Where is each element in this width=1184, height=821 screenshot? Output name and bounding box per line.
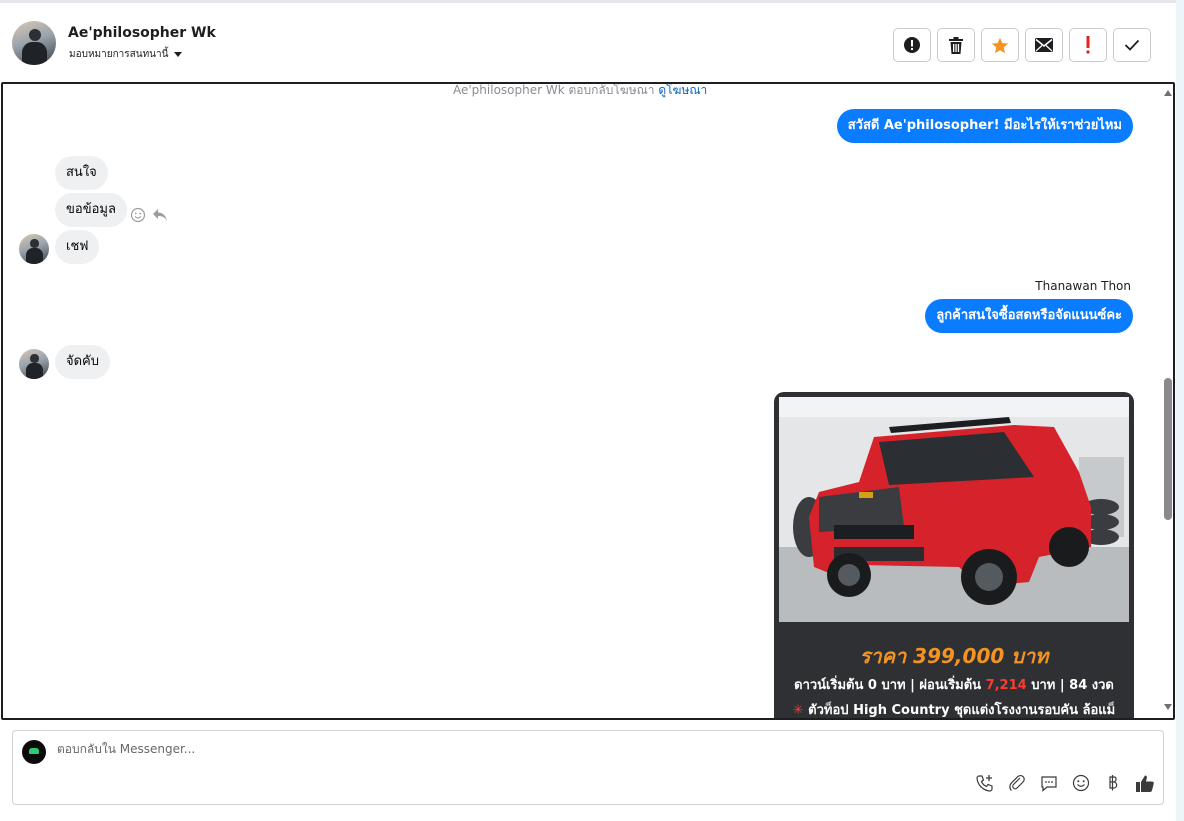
star-icon — [991, 37, 1009, 53]
mark-unread-button[interactable] — [1025, 28, 1063, 62]
outgoing-message-agent[interactable]: ลูกค้าสนใจซื้อสดหรือจัดแนนซ์คะ — [925, 299, 1133, 333]
contact-name[interactable]: Ae'philosopher Wk — [68, 25, 216, 41]
incoming-message[interactable]: สนใจ — [55, 156, 108, 190]
ad-price: ราคา 399,000 บาท — [859, 644, 1049, 668]
like-button[interactable] — [1135, 773, 1155, 793]
baht-icon — [1109, 775, 1118, 791]
assign-label: มอบหมายการสนทนานี้ — [69, 49, 169, 60]
incoming-message[interactable]: เชฟ — [55, 230, 100, 264]
alert-icon — [904, 37, 920, 53]
ad-caption: ราคา 399,000 บาท ดาวน์เริ่มต้น 0 บาท | ผ… — [774, 632, 1134, 718]
mark-important-button[interactable] — [1069, 28, 1107, 62]
mail-icon — [1035, 38, 1053, 52]
inbox-conversation-panel: Ae'philosopher Wk มอบหมายการสนทนานี้ Ae'… — [0, 0, 1176, 821]
quick-reply-icon — [1041, 775, 1057, 792]
delete-button[interactable] — [937, 28, 975, 62]
attach-button[interactable] — [1007, 773, 1027, 793]
message-actions — [130, 207, 168, 223]
mark-done-button[interactable] — [1113, 28, 1151, 62]
scroll-down-arrow[interactable] — [1164, 704, 1172, 710]
ad-image-message[interactable]: ราคา 399,000 บาท ดาวน์เริ่มต้น 0 บาท | ผ… — [774, 392, 1134, 718]
emoji-button[interactable] — [1071, 773, 1091, 793]
assign-conversation-dropdown[interactable]: มอบหมายการสนทนานี้ — [69, 47, 183, 62]
message-thread[interactable]: Ae'philosopher Wk ตอบกลับโฆษณา ดูโฆษณา ส… — [1, 82, 1175, 720]
incoming-message[interactable]: จัดคับ — [55, 345, 111, 379]
phone-add-icon — [976, 775, 993, 792]
incoming-message[interactable]: ขอข้อมูล — [55, 193, 127, 227]
reply-icon[interactable] — [152, 208, 168, 222]
red-pickup-truck-image — [779, 397, 1129, 622]
contact-avatar[interactable] — [12, 21, 56, 65]
reply-input[interactable] — [57, 742, 957, 756]
ad-financing: ดาวน์เริ่มต้น 0 บาท | ผ่อนเริ่มต้น 7,214… — [794, 678, 1114, 693]
truck-photo — [779, 397, 1129, 622]
ad-reply-note: Ae'philosopher Wk ตอบกลับโฆษณา ดูโฆษณา — [453, 83, 708, 97]
caret-down-icon — [174, 52, 183, 57]
conversation-header: Ae'philosopher Wk มอบหมายการสนทนานี้ — [0, 0, 1176, 82]
composer-toolbar — [975, 773, 1155, 793]
attach-icon — [1009, 774, 1025, 791]
contact-avatar — [19, 234, 49, 264]
reply-composer — [12, 730, 1164, 805]
page-avatar — [22, 740, 46, 764]
scrollbar-thumb[interactable] — [1164, 378, 1172, 520]
quick-reply-button[interactable] — [1039, 773, 1059, 793]
ad-feature: ✳ ตัวท็อป High Country ชุดแต่งโรงงานรอบค… — [792, 703, 1116, 718]
mark-spam-button[interactable] — [893, 28, 931, 62]
outgoing-message-greeting[interactable]: สวัสดี Ae'philosopher! มีอะไรให้เราช่วยไ… — [836, 109, 1133, 143]
trash-icon — [949, 36, 963, 54]
exclamation-icon — [1086, 36, 1090, 54]
star-button[interactable] — [981, 28, 1019, 62]
scroll-up-arrow[interactable] — [1164, 90, 1172, 96]
emoji-icon — [1072, 774, 1090, 792]
emoji-reaction-icon[interactable] — [130, 207, 146, 223]
check-icon — [1124, 39, 1140, 51]
view-ad-link[interactable]: ดูโฆษณา — [658, 84, 707, 97]
contact-avatar — [19, 349, 49, 379]
payment-button[interactable] — [1103, 773, 1123, 793]
conversation-toolbar — [893, 28, 1151, 62]
phone-add-button[interactable] — [975, 773, 995, 793]
agent-name: Thanawan Thon — [1035, 279, 1131, 293]
like-icon — [1136, 775, 1154, 792]
